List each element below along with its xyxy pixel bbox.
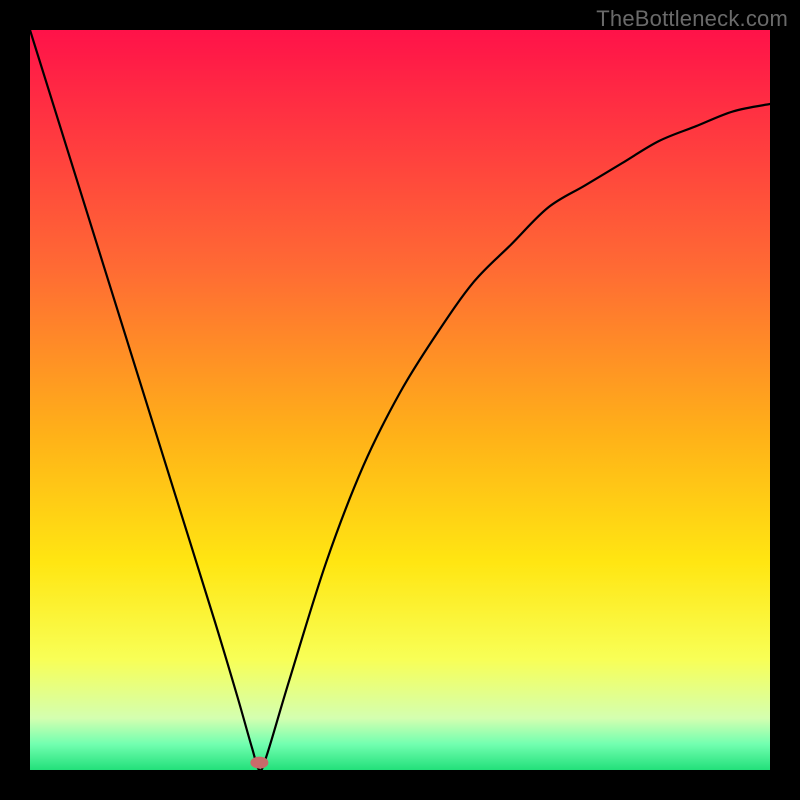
- plot-area: [30, 30, 770, 770]
- chart-frame: TheBottleneck.com: [0, 0, 800, 800]
- marker-dot: [250, 757, 268, 769]
- chart-svg: [30, 30, 770, 770]
- watermark-text: TheBottleneck.com: [596, 6, 788, 32]
